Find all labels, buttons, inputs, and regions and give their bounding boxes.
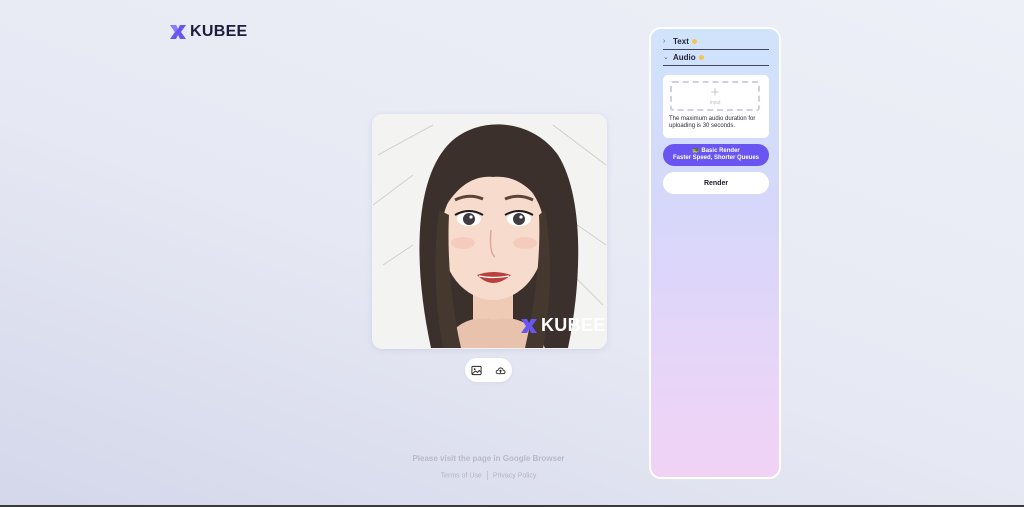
- status-dot: [691, 38, 697, 44]
- chevron-right-icon: ›: [663, 37, 666, 45]
- status-dot: [698, 54, 704, 60]
- footer-links: Terms of Use Privacy Policy: [0, 471, 977, 480]
- footer-divider: [486, 471, 488, 480]
- accordion-text[interactable]: › Text: [663, 33, 769, 50]
- watermark: KUBEE: [519, 315, 606, 336]
- kubee-logo-icon: [521, 318, 537, 333]
- image-icon: [471, 365, 482, 375]
- plus-icon: +: [710, 84, 720, 101]
- accordion-text-label: Text: [673, 36, 689, 46]
- brand-name: KUBEE: [190, 23, 248, 40]
- audio-dropzone[interactable]: + Input: [670, 81, 760, 111]
- chevron-down-icon: ⌄: [663, 54, 669, 61]
- upload-cloud-button[interactable]: [492, 362, 508, 378]
- cloud-upload-icon: [495, 367, 506, 374]
- kubee-logo-icon: [170, 25, 186, 39]
- replace-image-button[interactable]: [469, 362, 485, 378]
- accordion-audio[interactable]: ⌄ Audio: [663, 49, 769, 66]
- upload-duration-note: The maximum audio duration for uploading…: [669, 116, 756, 129]
- basic-render-button[interactable]: 🐢 Basic Render Faster Speed, Shorter Que…: [663, 144, 769, 166]
- portrait-illustration: [373, 115, 606, 348]
- basic-render-title: 🐢 Basic Render: [692, 148, 740, 154]
- preview-image: KUBEE: [372, 114, 607, 349]
- settings-panel: › Text ⌄ Audio + Input The maximum audio…: [649, 27, 781, 479]
- audio-upload-card: + Input The maximum audio duration for u…: [663, 75, 769, 138]
- brand-logo[interactable]: KUBEE: [168, 22, 248, 42]
- accordion-audio-label: Audio: [673, 52, 696, 62]
- preview-toolbar: [465, 358, 512, 382]
- turtle-icon: 🐢: [692, 148, 700, 154]
- dropzone-label: Input: [709, 100, 721, 106]
- basic-render-subtitle: Faster Speed, Shorter Queues: [672, 155, 760, 161]
- privacy-policy-link[interactable]: Privacy Policy: [493, 472, 537, 479]
- watermark-text: KUBEE: [541, 315, 606, 335]
- render-button[interactable]: Render: [663, 172, 769, 194]
- terms-of-use-link[interactable]: Terms of Use: [441, 472, 482, 479]
- browser-notice: Please visit the page in Google Browser: [412, 454, 565, 463]
